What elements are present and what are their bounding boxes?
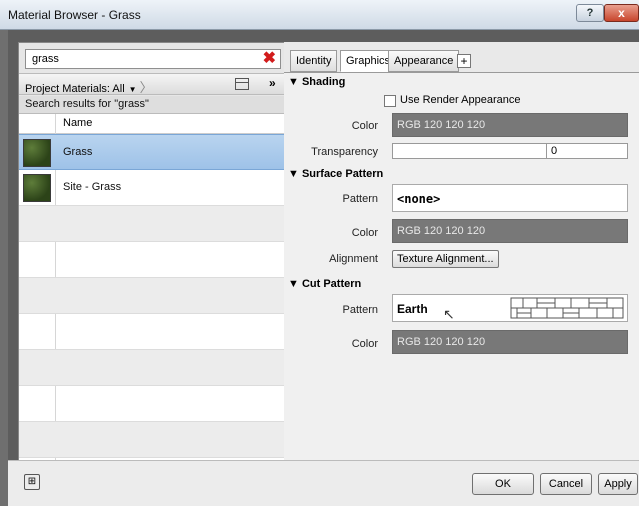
library-toolbar: Project Materials: All ▼ 〉 » (19, 73, 285, 95)
material-list: Name Grass Site - Grass (19, 114, 285, 469)
dialog-footer: ⊞ OK Cancel Apply (8, 460, 639, 506)
surface-pattern-value: <none> (397, 192, 441, 206)
shading-heading[interactable]: ▼ Shading (288, 76, 345, 88)
surface-color-swatch[interactable]: RGB 120 120 120 (392, 219, 628, 243)
alignment-label: Alignment (329, 253, 378, 265)
chevron-right-icon: 〉 (139, 80, 153, 95)
empty-row (19, 386, 285, 422)
surface-pattern-heading[interactable]: ▼ Surface Pattern (288, 168, 383, 180)
shading-color-label: Color (351, 120, 378, 132)
shading-color-swatch[interactable]: RGB 120 120 120 (392, 113, 628, 137)
search-input[interactable]: grass ✖ (25, 49, 281, 69)
cut-pattern-label: Pattern (342, 304, 378, 316)
library-panel: grass ✖ Project Materials: All ▼ 〉 » Sear… (18, 42, 286, 490)
surface-pattern-label: Pattern (342, 193, 378, 205)
project-materials-dropdown[interactable]: Project Materials: All ▼ 〉 (25, 77, 153, 96)
surface-color-label: Color (351, 227, 378, 239)
cut-pattern-value: Earth (397, 302, 428, 316)
title-bar: Material Browser - Grass ? x (0, 0, 639, 30)
cut-color-swatch[interactable]: RGB 120 120 120 (392, 330, 628, 354)
dropdown-label: Project Materials: All (25, 83, 125, 95)
properties-panel: Identity Graphics Appearance + ▼ Shading… (284, 42, 639, 490)
empty-row (19, 422, 285, 458)
chevron-down-icon: ▼ (128, 85, 137, 94)
material-thumbnail (23, 174, 51, 202)
transparency-field[interactable]: 0 (546, 143, 628, 159)
search-results-label: Search results for "grass" (19, 96, 285, 114)
empty-row (19, 206, 285, 242)
list-header: Name (19, 114, 285, 469)
cut-pattern-heading[interactable]: ▼ Cut Pattern (288, 278, 361, 290)
list-item[interactable]: Grass (19, 134, 285, 170)
transparency-value: 0 (551, 145, 558, 157)
search-value: grass (32, 53, 59, 65)
shading-color-value: RGB 120 120 120 (397, 119, 486, 131)
window-title: Material Browser - Grass (8, 8, 141, 22)
clear-search-icon[interactable]: ✖ (263, 50, 276, 68)
add-tab-button[interactable]: + (457, 54, 471, 68)
empty-row (19, 242, 285, 278)
empty-row (19, 278, 285, 314)
use-render-appearance-label: Use Render Appearance (400, 94, 521, 106)
help-button[interactable]: ? (576, 4, 604, 22)
transparency-slider[interactable] (392, 143, 552, 159)
mouse-cursor-icon: ↖ (443, 306, 455, 322)
cut-color-value: RGB 120 120 120 (397, 336, 486, 348)
cut-color-label: Color (351, 338, 378, 350)
cut-pattern-box[interactable]: Earth ↖ (392, 294, 628, 322)
material-name: Site - Grass (63, 181, 122, 193)
earth-pattern-preview (510, 297, 624, 319)
empty-row (19, 314, 285, 350)
close-button[interactable]: x (604, 4, 639, 22)
cancel-button[interactable]: Cancel (540, 473, 592, 495)
tab-identity[interactable]: Identity (290, 50, 338, 72)
surface-pattern-box[interactable]: <none> (392, 184, 628, 212)
graphics-properties: ▼ Shading Use Render Appearance Color RG… (284, 72, 639, 490)
empty-row (19, 350, 285, 386)
tab-appearance[interactable]: Appearance (388, 50, 460, 72)
toggle-panel-icon[interactable] (235, 78, 249, 90)
texture-alignment-button[interactable]: Texture Alignment... (392, 250, 499, 268)
material-browser-window: Material Browser - Grass ? x grass ✖ Pro… (0, 0, 639, 506)
surface-color-value: RGB 120 120 120 (397, 225, 486, 237)
more-options-icon[interactable]: » (269, 76, 276, 90)
apply-button[interactable]: Apply (598, 473, 638, 495)
column-header-name[interactable]: Name (63, 117, 92, 129)
settings-icon[interactable]: ⊞ (24, 474, 40, 490)
ok-button[interactable]: OK (472, 473, 534, 495)
material-name: Grass (63, 146, 93, 158)
transparency-label: Transparency (311, 146, 378, 158)
list-item[interactable]: Site - Grass (19, 170, 285, 206)
use-render-appearance-checkbox[interactable] (384, 95, 396, 107)
material-thumbnail (23, 139, 51, 167)
